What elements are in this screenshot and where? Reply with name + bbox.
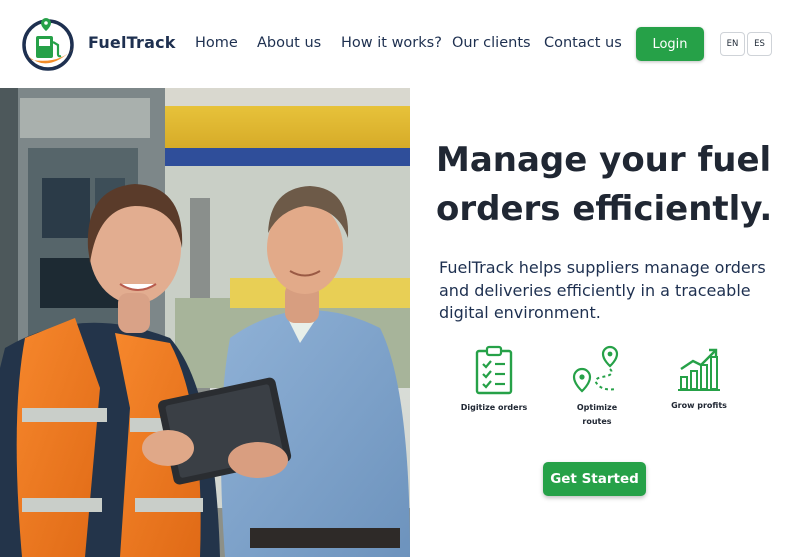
clipboard-checklist-icon xyxy=(475,345,513,395)
feature-digitize-orders: Digitize orders xyxy=(446,345,542,415)
feature-label: Optimize xyxy=(576,403,618,412)
feature-grow-profits: Grow profits xyxy=(651,345,747,413)
hero-description-line: digital environment. xyxy=(439,303,601,322)
fuel-station-workers-image xyxy=(0,88,410,557)
hero-description-line: and deliveries efficiently in a traceabl… xyxy=(439,280,751,300)
hero-description-line: FuelTrack helps suppliers manage orders xyxy=(439,258,766,277)
feature-label: Grow profits xyxy=(671,401,727,410)
nav-home-link[interactable]: Home xyxy=(195,35,238,51)
hero-headline-line: orders efficiently. xyxy=(436,189,773,229)
fueltrack-logo-icon[interactable] xyxy=(20,16,78,72)
nav-how-it-works-link[interactable]: How it works? xyxy=(341,35,442,51)
route-pins-icon xyxy=(572,345,619,393)
hero-photo xyxy=(0,88,410,557)
growth-chart-icon xyxy=(678,348,720,391)
get-started-button[interactable]: Get Started xyxy=(543,462,646,496)
nav-about-link[interactable]: About us xyxy=(257,35,321,51)
nav-clients-link[interactable]: Our clients xyxy=(452,35,531,51)
language-en-button[interactable]: EN xyxy=(720,32,745,56)
feature-optimize-routes: Optimize routes xyxy=(549,345,645,429)
feature-label: routes xyxy=(582,417,612,426)
nav-contact-link[interactable]: Contact us xyxy=(544,35,622,51)
hero-headline-line: Manage your fuel xyxy=(436,140,772,180)
hero-description: FuelTrack helps suppliers manage orders … xyxy=(439,257,769,325)
hero-headline: Manage your fuel orders efficiently. xyxy=(436,136,776,234)
feature-label: Digitize orders xyxy=(460,403,528,412)
site-header: FuelTrack Home About us How it works? Ou… xyxy=(0,0,789,88)
login-button[interactable]: Login xyxy=(636,27,704,61)
language-es-button[interactable]: ES xyxy=(747,32,772,56)
brand-name[interactable]: FuelTrack xyxy=(88,33,176,52)
